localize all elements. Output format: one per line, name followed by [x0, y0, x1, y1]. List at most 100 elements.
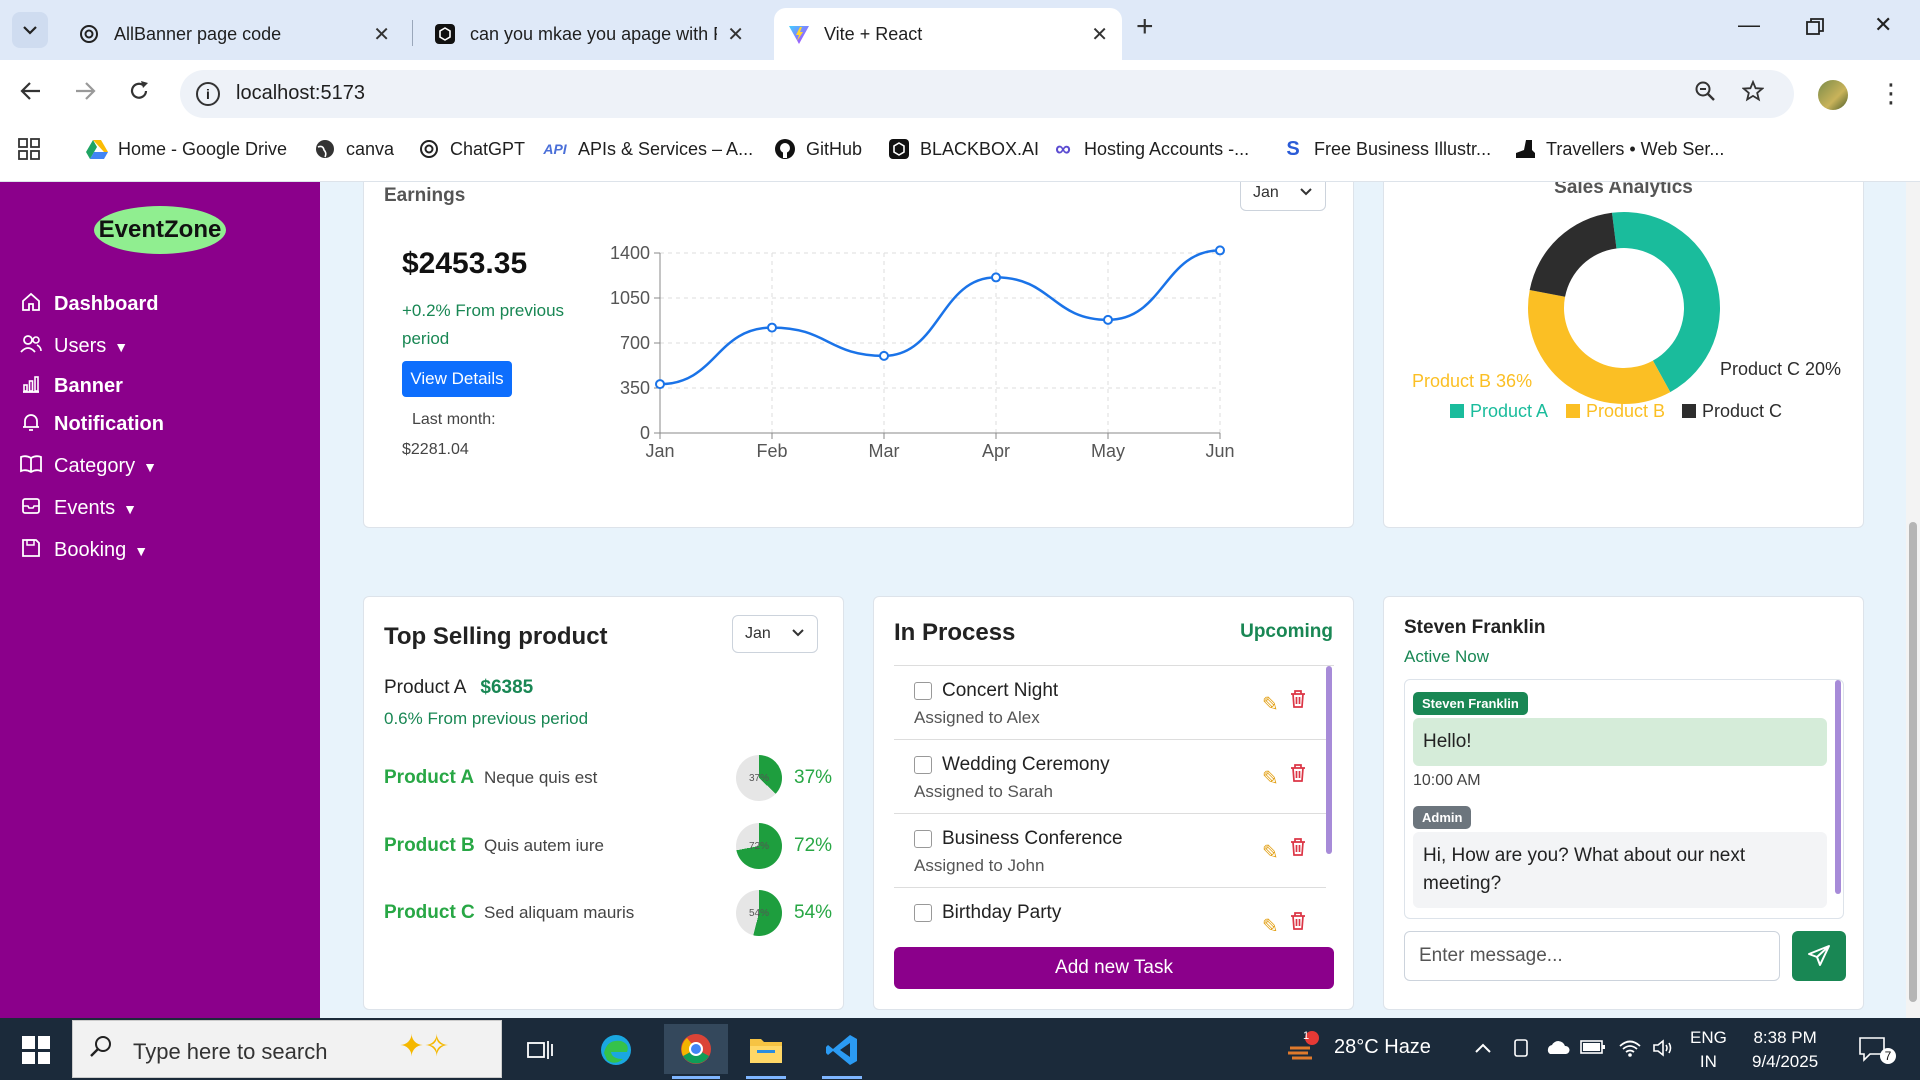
back-icon[interactable]	[20, 78, 42, 109]
weather-text[interactable]: 28°C Haze	[1334, 1036, 1431, 1059]
system-clock[interactable]: 8:38 PM 9/4/2025	[1752, 1026, 1818, 1074]
earnings-amount: $2453.35	[402, 247, 528, 280]
task-view-icon[interactable]	[520, 1030, 560, 1070]
wifi-icon[interactable]	[1618, 1038, 1642, 1063]
address-bar[interactable]: i localhost:5173	[180, 70, 1794, 118]
chrome-icon[interactable]	[664, 1024, 728, 1074]
volume-icon[interactable]	[1652, 1038, 1676, 1063]
weather-badge: 1	[1303, 1030, 1310, 1042]
task-name: Business Conference	[942, 828, 1123, 849]
sales-analytics-title: Sales Analytics	[1554, 182, 1693, 198]
restore-icon[interactable]	[1806, 16, 1824, 42]
view-details-button[interactable]: View Details	[402, 361, 512, 397]
sidebar-item-category[interactable]: Category ▼	[20, 454, 157, 479]
chat-messages: Steven Franklin Hello! 10:00 AM Admin Hi…	[1404, 679, 1844, 919]
page-scrollbar-thumb[interactable]	[1909, 522, 1917, 1002]
tab-divider	[412, 20, 413, 46]
message-input[interactable]	[1404, 931, 1780, 981]
site-info-icon[interactable]: i	[196, 82, 220, 106]
profile-avatar[interactable]	[1818, 80, 1848, 110]
bookmark-illustrations[interactable]: S Free Business Illustr...	[1282, 138, 1491, 160]
bookmark-label: GitHub	[806, 138, 863, 159]
pencil-icon[interactable]: ✎	[1262, 914, 1279, 931]
tab-blackbox[interactable]: can you mkae you apage with R ✕	[420, 8, 758, 60]
close-icon[interactable]: ✕	[373, 22, 390, 47]
last-month: Last month: $2281.04	[402, 405, 522, 465]
earnings-title: Earnings	[384, 185, 466, 206]
bookmark-star-icon[interactable]	[1741, 79, 1765, 108]
onedrive-icon[interactable]	[1544, 1038, 1570, 1061]
search-placeholder: Type here to search	[133, 1039, 328, 1064]
top-selling-month-select[interactable]: Jan	[732, 615, 818, 653]
chat-scrollbar[interactable]	[1835, 680, 1841, 894]
top-product-label: Product A	[384, 677, 467, 698]
data-point	[991, 272, 1001, 283]
sidebar-item-users[interactable]: Users ▼	[20, 334, 128, 359]
bookmark-chatgpt[interactable]: ChatGPT	[418, 138, 525, 160]
sidebar-item-banner[interactable]: Banner	[20, 374, 123, 399]
apps-grid-icon[interactable]	[18, 138, 40, 160]
chevron-up-icon[interactable]	[1474, 1038, 1492, 1059]
bookmark-label: Hosting Accounts -...	[1084, 138, 1250, 159]
zoom-icon[interactable]	[1694, 80, 1716, 108]
bookmark-canva[interactable]: canva	[314, 138, 394, 160]
pencil-icon[interactable]: ✎	[1262, 840, 1279, 865]
bookmark-google-drive[interactable]: Home - Google Drive	[86, 138, 287, 160]
bookmark-hosting[interactable]: ∞ Hosting Accounts -...	[1052, 136, 1250, 161]
sender-badge: Admin	[1413, 806, 1472, 829]
pencil-icon[interactable]: ✎	[1262, 766, 1279, 791]
book-icon	[20, 454, 42, 479]
trash-icon[interactable]	[1290, 764, 1306, 787]
more-options-icon[interactable]: ⋮	[1878, 78, 1904, 109]
tab-vite-react[interactable]: Vite + React ✕	[774, 8, 1122, 60]
select-value: Jan	[1253, 184, 1279, 201]
tab-title: Vite + React	[824, 23, 923, 44]
bookmark-travellers[interactable]: Travellers • Web Ser...	[1514, 138, 1724, 160]
sidebar-item-dashboard[interactable]: Dashboard	[20, 292, 158, 317]
task-list: Concert Night Assigned to Alex ✎ Wedding…	[894, 665, 1334, 931]
language-indicator[interactable]: ENG IN	[1690, 1026, 1727, 1074]
search-icon	[89, 1035, 113, 1066]
send-button[interactable]	[1792, 931, 1846, 981]
minimize-icon[interactable]: —	[1738, 12, 1760, 38]
product-pie: 54%	[736, 890, 782, 936]
forward-icon[interactable]	[74, 78, 96, 109]
earnings-month-select[interactable]: Jan	[1240, 182, 1326, 211]
task-checkbox[interactable]	[914, 756, 932, 774]
bookmark-github[interactable]: GitHub	[774, 138, 862, 160]
reload-icon[interactable]	[128, 78, 150, 109]
file-explorer-icon[interactable]	[746, 1030, 786, 1070]
add-task-button[interactable]: Add new Task	[894, 947, 1334, 989]
task-checkbox[interactable]	[914, 682, 932, 700]
trash-icon[interactable]	[1290, 690, 1306, 713]
device-icon[interactable]	[1512, 1038, 1530, 1063]
edge-icon[interactable]	[596, 1030, 636, 1070]
logo[interactable]: EventZone	[94, 206, 226, 254]
trash-icon[interactable]	[1290, 838, 1306, 861]
trash-icon[interactable]	[1290, 912, 1306, 931]
battery-icon[interactable]	[1580, 1038, 1606, 1061]
tab-search-button[interactable]	[12, 12, 48, 48]
tab-allbanner[interactable]: AllBanner page code ✕	[64, 8, 404, 60]
close-icon[interactable]: ✕	[727, 22, 744, 47]
sidebar-item-events[interactable]: Events ▼	[20, 496, 137, 521]
task-checkbox[interactable]	[914, 830, 932, 848]
bookmark-blackbox[interactable]: BLACKBOX.AI	[888, 138, 1039, 160]
sidebar-item-notification[interactable]: Notification	[20, 412, 164, 437]
new-tab-button[interactable]: +	[1136, 10, 1154, 44]
task-list-scrollbar[interactable]	[1326, 666, 1332, 854]
product-desc: Quis autem iure	[484, 836, 604, 855]
pencil-icon[interactable]: ✎	[1262, 692, 1279, 717]
bookmark-apis[interactable]: API APIs & Services – A...	[542, 138, 753, 160]
upcoming-link[interactable]: Upcoming	[1240, 621, 1333, 643]
windows-start-icon[interactable]	[22, 1036, 50, 1064]
sidebar-item-booking[interactable]: Booking ▼	[20, 538, 148, 563]
close-window-icon[interactable]: ✕	[1874, 12, 1892, 38]
close-icon[interactable]: ✕	[1091, 22, 1108, 47]
vscode-icon[interactable]	[822, 1030, 862, 1070]
product-pie: 37%	[736, 755, 782, 801]
taskbar-search[interactable]: Type here to search ✦✧	[72, 1020, 502, 1078]
x-tick-label: Feb	[756, 441, 787, 461]
task-checkbox[interactable]	[914, 904, 932, 922]
task-item: Wedding Ceremony Assigned to Sarah ✎	[894, 740, 1326, 814]
